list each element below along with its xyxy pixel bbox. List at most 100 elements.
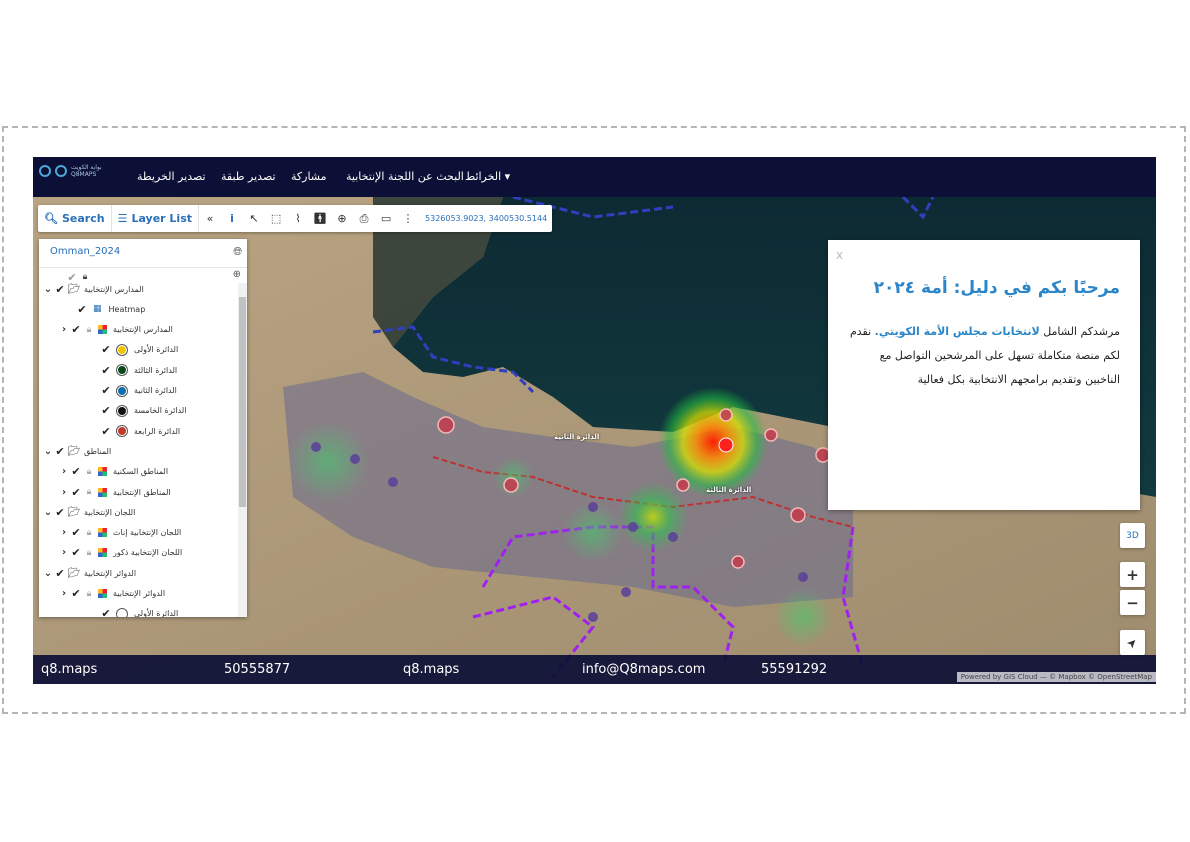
layer-row[interactable]: ✔ الدائرة الخامسة: [99, 401, 189, 421]
checkmark-icon[interactable]: ✔: [69, 526, 83, 539]
search-button[interactable]: 🔍︎ Search: [38, 205, 112, 232]
lock-icon[interactable]: 🔒︎: [83, 589, 95, 599]
layer-label: الدائرة الخامسة: [134, 406, 187, 416]
checkmark-icon[interactable]: ✔: [69, 587, 83, 600]
checkmark-icon[interactable]: ✔: [69, 465, 83, 478]
checkmark-icon[interactable]: ✔: [99, 425, 113, 438]
chevron-down-icon[interactable]: ⌄: [43, 507, 53, 518]
layer-row[interactable]: › ✔ 🔒︎ المناطق السكنية: [59, 462, 171, 482]
lock-icon[interactable]: 🔒︎: [83, 325, 95, 335]
layer-label: اللجان الإنتخابية إناث: [113, 528, 182, 538]
layer-row[interactable]: ✔ الدائرة الثانية: [99, 381, 180, 401]
layer-row[interactable]: ✔ الدائرة الأولى: [99, 604, 181, 617]
measure-icon[interactable]: ⌇: [287, 212, 309, 225]
layer-row[interactable]: › ✔ 🔒︎ المدارس الإنتخابية: [59, 320, 176, 340]
layer-list-panel: Omman_2024 🌐︎ ✔ 🔒︎ ⊕ ⌄ ✔ 📂︎ المدارس الإنتخا…: [39, 239, 247, 617]
map-attribution[interactable]: Powered by GIS Cloud — © Mapbox © OpenSt…: [956, 672, 1156, 682]
checkmark-icon[interactable]: ✔: [53, 283, 67, 296]
chevron-right-icon[interactable]: ›: [59, 487, 69, 498]
checkmark-icon[interactable]: ✔: [69, 546, 83, 559]
cursor-icon[interactable]: ↖: [243, 212, 265, 225]
legend-swatch: [98, 548, 107, 558]
layer-row[interactable]: ⌄ ✔ 📂︎ اللجان الإنتخابية: [43, 502, 138, 522]
legend-swatch: [98, 487, 107, 497]
legend-dot: [117, 405, 127, 416]
double-chevron-icon[interactable]: «: [199, 212, 221, 225]
footer-brand: q8.maps: [403, 662, 460, 677]
logo-icon: [55, 165, 67, 177]
zoom-icon[interactable]: ⊕: [233, 269, 241, 280]
chevron-right-icon[interactable]: ›: [59, 466, 69, 477]
layer-row[interactable]: ✔ الدائرة الرابعة: [99, 421, 183, 441]
layer-row[interactable]: ✔ ▦ Heatmap: [75, 299, 148, 319]
footer-phone[interactable]: 55591292: [761, 662, 827, 677]
chevron-down-icon[interactable]: ⌄: [43, 284, 53, 295]
nav-export-layer[interactable]: تصدير طبقة: [221, 170, 276, 183]
globe-icon[interactable]: 🌐︎: [233, 245, 242, 259]
layer-row[interactable]: ⌄ ✔ 📂︎ المناطق: [43, 441, 114, 461]
layer-row[interactable]: › ✔ 🔒︎ اللجان الإنتخابية ذكور: [59, 543, 185, 563]
zoom-icon[interactable]: ⊕: [331, 212, 353, 225]
layer-row[interactable]: › ✔ 🔒︎ اللجان الإنتخابية إناث: [59, 523, 184, 543]
lock-icon[interactable]: 🔒︎: [83, 528, 95, 538]
checkmark-icon[interactable]: ✔: [99, 404, 113, 417]
folder-icon: 📂︎: [67, 445, 81, 457]
q8maps-logo[interactable]: بوابة الكويت Q8MAPS: [39, 164, 123, 178]
footer-phone[interactable]: 50555877: [224, 662, 290, 677]
layer-label: المدارس الإنتخابية: [84, 284, 144, 294]
person-icon[interactable]: 🚹︎: [309, 212, 331, 225]
layer-panel-scrollbar[interactable]: [238, 283, 247, 617]
nav-maps-dropdown[interactable]: الخرائط ▾: [465, 170, 510, 183]
checkmark-icon[interactable]: ✔: [99, 364, 113, 377]
layer-row[interactable]: › ✔ 🔒︎ الدوائر الإنتخابية: [59, 584, 168, 604]
chevron-down-icon[interactable]: ⌄: [43, 446, 53, 457]
checkmark-icon[interactable]: ✔: [99, 607, 113, 617]
zoom-in-button[interactable]: +: [1120, 562, 1145, 587]
more-icon[interactable]: ⋮: [397, 212, 419, 225]
nav-share[interactable]: مشاركة: [291, 170, 327, 183]
chevron-right-icon[interactable]: ›: [59, 527, 69, 538]
nav-export-map[interactable]: تصدير الخريطة: [137, 170, 206, 183]
checkmark-icon[interactable]: ✔: [69, 323, 83, 336]
legend-dot: [117, 385, 127, 396]
layer-row[interactable]: ⌄ ✔ 📂︎ الدوائر الإنتخابية: [43, 563, 139, 583]
checkmark-icon[interactable]: ✔: [69, 486, 83, 499]
layer-row[interactable]: ✔ الدائرة الثالثة: [99, 360, 180, 380]
lock-icon[interactable]: 🔒︎: [83, 487, 95, 497]
legend-dot: [117, 426, 127, 437]
checkmark-icon[interactable]: ✔: [75, 303, 89, 316]
search-icon: 🔍︎: [44, 212, 58, 225]
checkmark-icon[interactable]: ✔: [53, 567, 67, 580]
chevron-down-icon[interactable]: ⌄: [43, 568, 53, 579]
checkmark-icon[interactable]: ✔: [53, 445, 67, 458]
close-icon[interactable]: x: [836, 248, 843, 262]
scroll-thumb[interactable]: [239, 297, 246, 507]
checkmark-icon[interactable]: ✔: [99, 343, 113, 356]
popup-body: مرشدكم الشامل لانتخابات مجلس الأمة الكوي…: [848, 320, 1120, 392]
layer-row[interactable]: ⌄ ✔ 📂︎ المدارس الإنتخابية: [43, 279, 147, 299]
map-name[interactable]: Omman_2024: [50, 246, 120, 257]
chevron-right-icon[interactable]: ›: [59, 547, 69, 558]
logo-text: بوابة الكويت Q8MAPS: [71, 164, 102, 178]
nav-search-committee[interactable]: البحث عن اللجنة الإنتخابية: [346, 170, 464, 183]
layer-row[interactable]: ✔ الدائرة الأولى: [99, 340, 181, 360]
lock-icon[interactable]: 🔒︎: [83, 467, 95, 477]
lock-icon[interactable]: 🔒︎: [83, 548, 95, 558]
locate-button[interactable]: ➤: [1120, 630, 1145, 655]
chevron-right-icon[interactable]: ›: [59, 324, 69, 335]
print-icon[interactable]: ⎙: [353, 212, 375, 226]
layer-list-button[interactable]: ☰ Layer List: [112, 205, 200, 232]
zoom-out-button[interactable]: −: [1120, 590, 1145, 615]
layer-row[interactable]: › ✔ 🔒︎ المناطق الإنتخابية: [59, 482, 174, 502]
select-box-icon[interactable]: ⬚: [265, 212, 287, 225]
district-map-label: الدائرة الثالثة: [706, 486, 752, 494]
3d-toggle-button[interactable]: 3D: [1120, 523, 1145, 548]
checkmark-icon[interactable]: ✔: [99, 384, 113, 397]
info-icon[interactable]: i: [221, 212, 243, 225]
elections-link[interactable]: لانتخابات مجلس الأمة الكويتي.: [875, 325, 1040, 338]
footer-email[interactable]: info@Q8maps.com: [582, 662, 705, 677]
ruler-icon[interactable]: ▭: [375, 212, 397, 225]
checkmark-icon[interactable]: ✔: [53, 506, 67, 519]
layer-label: الدائرة الأولى: [134, 345, 179, 355]
chevron-right-icon[interactable]: ›: [59, 588, 69, 599]
